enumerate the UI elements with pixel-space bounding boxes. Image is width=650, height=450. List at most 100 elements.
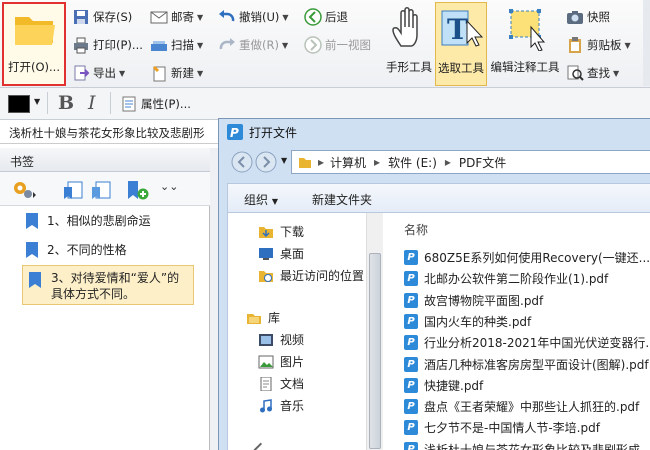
- file-row[interactable]: P 故宫博物院平面图.pdf: [404, 292, 543, 309]
- file-row[interactable]: P 盘点《王者荣耀》中那些让人抓狂的.pdf: [404, 398, 639, 415]
- nav-item-recent[interactable]: 最近访问的位置: [258, 267, 364, 284]
- dialog-titlebar: P 打开文件: [219, 119, 650, 145]
- chevron-down-icon: ▼: [197, 68, 204, 78]
- scrollbar-thumb[interactable]: [369, 253, 381, 449]
- nav-item-documents[interactable]: 文档: [258, 375, 304, 392]
- collapse-bookmark-icon[interactable]: [90, 179, 112, 201]
- bookmark-header-label: 书签: [10, 155, 35, 169]
- clipboard-button[interactable]: 剪贴板 ▼: [566, 34, 631, 56]
- back-button[interactable]: 后退: [304, 6, 348, 28]
- document-tab[interactable]: 浅析杜十娘与茶花女形象比较及悲剧形: [0, 120, 222, 144]
- tree-expander[interactable]: [247, 436, 263, 450]
- bookmark-options-gear-icon[interactable]: [12, 180, 38, 200]
- select-tool-button[interactable]: T 选取工具: [435, 2, 487, 86]
- pdf-file-icon: P: [404, 441, 418, 450]
- bookmark-item-selected[interactable]: 3、对待爱情和“爱人”的 具体方式不同。: [22, 265, 194, 305]
- file-name: 行业分析2018-2021年中国光伏逆变器行...: [424, 336, 650, 351]
- new-button[interactable]: 新建 ▼: [150, 62, 203, 84]
- mail-label: 邮寄: [171, 10, 194, 24]
- mail-button[interactable]: 邮寄 ▼: [150, 6, 203, 28]
- scan-button[interactable]: 扫描 ▼: [150, 34, 203, 56]
- save-icon: [72, 8, 90, 26]
- breadcrumb-computer[interactable]: 计算机: [330, 154, 366, 171]
- color-swatch[interactable]: [8, 95, 30, 113]
- nav-item-desktop[interactable]: 桌面: [258, 245, 304, 262]
- bookmark-flag-icon: [26, 242, 38, 258]
- pdf-file-icon: P: [404, 420, 418, 436]
- dialog-command-bar: 组织 ▼ 新建文件夹: [227, 183, 650, 213]
- ribbon-overflow: [643, 0, 650, 86]
- file-row[interactable]: P 680Z5E系列如何使用Recovery(一键还...: [404, 249, 650, 266]
- nav-item-label: 文档: [280, 377, 305, 391]
- file-row[interactable]: P 酒店几种标准客房房型平面设计(图解).pdf: [404, 356, 649, 373]
- nav-item-downloads[interactable]: 下载: [258, 223, 304, 240]
- svg-text:T: T: [447, 13, 468, 46]
- add-bookmark-icon[interactable]: [126, 179, 150, 201]
- bookmark-item[interactable]: 2、不同的性格: [26, 242, 127, 258]
- undo-button[interactable]: 撤销(U) ▼: [218, 6, 289, 28]
- properties-button[interactable]: 属性(P)...: [120, 93, 191, 115]
- chevron-down-icon[interactable]: ▼: [34, 97, 40, 106]
- address-bar[interactable]: ▸ 计算机 ▸ 软件 (E:) ▸ PDF文件: [291, 150, 650, 174]
- nav-item-label: 视频: [280, 333, 305, 347]
- open-file-dialog: P 打开文件 ▼ ▸ 计算机 ▸ 软件 (E:) ▸ PDF文件 组织 ▼ 新建…: [218, 118, 650, 450]
- forward-view-button[interactable]: 前一视图: [304, 34, 371, 56]
- nav-scrollbar[interactable]: [366, 213, 383, 450]
- camera-icon: [566, 8, 584, 26]
- file-row[interactable]: P 七夕节不是-中国情人节-李培.pdf: [404, 419, 600, 436]
- expand-bookmark-icon[interactable]: [62, 179, 84, 201]
- save-button[interactable]: 保存(S): [72, 6, 132, 28]
- italic-button[interactable]: I: [88, 92, 96, 114]
- address-row: ▼ ▸ 计算机 ▸ 软件 (E:) ▸ PDF文件: [227, 149, 650, 177]
- double-chevron-down-icon[interactable]: ⌄⌄: [160, 180, 178, 193]
- file-name: 七夕节不是-中国情人节-李培.pdf: [424, 421, 600, 436]
- undo-icon: [218, 8, 236, 26]
- nav-item-label: 库: [268, 311, 281, 325]
- chevron-down-icon: ▼: [281, 40, 289, 50]
- file-row[interactable]: P 国内火车的种类.pdf: [404, 313, 531, 330]
- new-folder-button[interactable]: 新建文件夹: [312, 191, 372, 208]
- format-toolbar: [0, 88, 650, 120]
- annotation-edit-icon: [509, 9, 546, 52]
- back-nav-icon[interactable]: [231, 151, 253, 173]
- redo-button[interactable]: 重做(R) ▼: [218, 34, 288, 56]
- file-row[interactable]: P 快捷键.pdf: [404, 377, 483, 394]
- bookmark-panel-header: 书签: [0, 148, 210, 172]
- breadcrumb-drive[interactable]: 软件 (E:): [388, 154, 437, 171]
- nav-library-header[interactable]: 库: [246, 309, 280, 326]
- new-document-icon: [150, 64, 168, 82]
- forward-nav-icon[interactable]: [255, 151, 277, 173]
- navigation-pane: 下载 桌面 最近访问的位置 库 视频 图片 文档 音乐: [228, 213, 383, 450]
- find-button[interactable]: 查找 ▼: [566, 62, 619, 84]
- nav-item-music[interactable]: 音乐: [258, 397, 304, 414]
- print-button[interactable]: 打印(P)...: [72, 34, 143, 56]
- file-name: 快捷键.pdf: [424, 378, 484, 393]
- pane-splitter[interactable]: [210, 148, 218, 450]
- organize-menu[interactable]: 组织 ▼: [244, 191, 278, 208]
- nav-item-pictures[interactable]: 图片: [258, 353, 304, 370]
- chevron-down-icon[interactable]: ▼: [281, 156, 287, 165]
- bold-button[interactable]: B: [58, 92, 74, 114]
- file-row[interactable]: P 行业分析2018-2021年中国光伏逆变器行...: [404, 334, 650, 351]
- nav-item-videos[interactable]: 视频: [258, 331, 304, 348]
- properties-icon: [120, 95, 138, 113]
- snapshot-button[interactable]: 快照: [566, 6, 610, 28]
- app-pdf-icon: P: [227, 124, 243, 140]
- hand-tool-button[interactable]: 手形工具: [384, 2, 434, 86]
- file-row[interactable]: P 北邮办公软件第二阶段作业(1).pdf: [404, 270, 608, 287]
- column-header-name[interactable]: 名称: [404, 221, 428, 238]
- chevron-down-icon: ▼: [197, 40, 204, 50]
- breadcrumb-folder[interactable]: PDF文件: [459, 154, 506, 171]
- nav-item-label: 下载: [280, 225, 305, 239]
- chevron-down-icon: ▼: [197, 12, 204, 22]
- file-name: 盘点《王者荣耀》中那些让人抓狂的.pdf: [424, 400, 640, 415]
- file-name: 酒店几种标准客房房型平面设计(图解).pdf: [424, 357, 649, 372]
- bookmark-item-label: 2、不同的性格: [47, 243, 127, 257]
- open-button[interactable]: 打开(O)...: [2, 2, 66, 86]
- bookmark-item[interactable]: 1、相似的悲剧命运: [26, 213, 151, 229]
- edit-annotation-tool-button[interactable]: 编辑注释工具: [488, 2, 562, 86]
- library-icon: [246, 311, 262, 325]
- redo-label: 重做(R): [239, 38, 279, 52]
- export-button[interactable]: 导出 ▼: [72, 62, 125, 84]
- file-row[interactable]: P 浅析杜十娘与茶花女形象比较及悲剧形成...: [404, 441, 650, 450]
